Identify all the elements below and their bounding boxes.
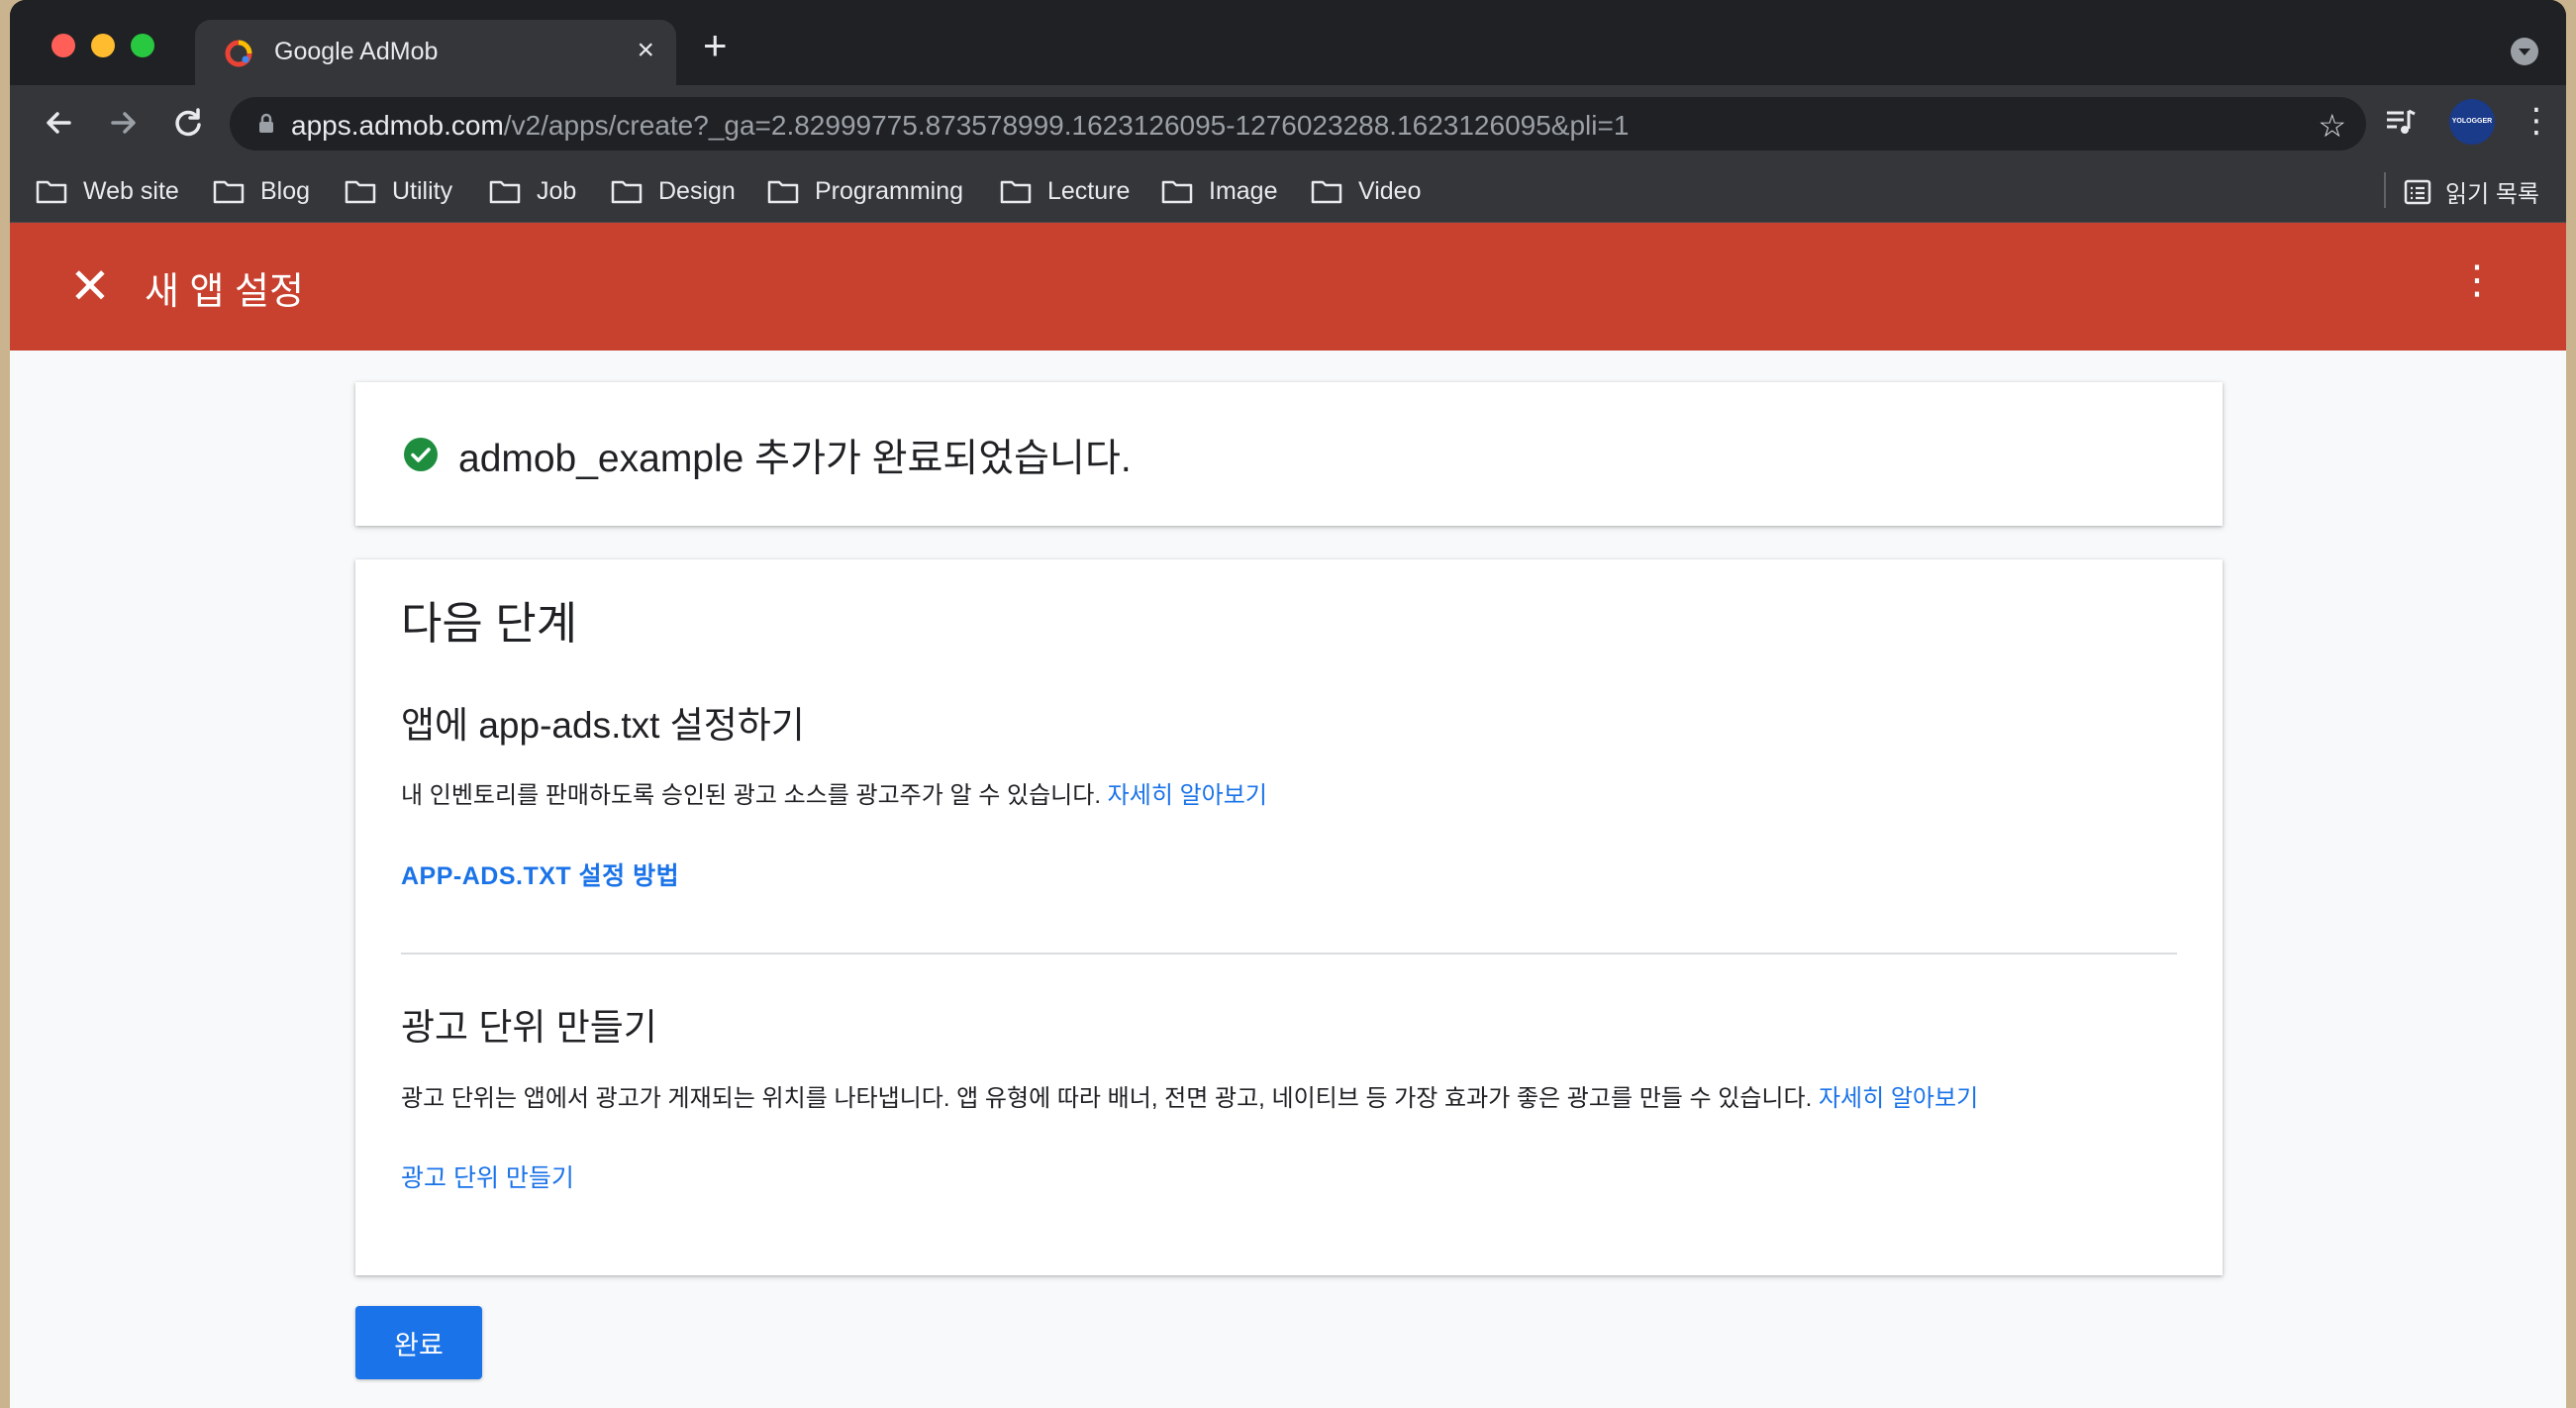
lock-icon bbox=[259, 113, 273, 133]
folder-icon bbox=[1000, 180, 1032, 204]
app-ads-setup-link[interactable]: APP-ADS.TXT 설정 방법 bbox=[401, 856, 679, 892]
admob-favicon-icon bbox=[225, 40, 252, 67]
next-steps-card: 다음 단계 앱에 app-ads.txt 설정하기 내 인벤토리를 판매하도록 … bbox=[355, 559, 2223, 1275]
reading-list-icon bbox=[2404, 179, 2431, 204]
bookmark-label: Lecture bbox=[1047, 176, 1131, 205]
more-options-icon[interactable]: ⋮ bbox=[2457, 260, 2497, 300]
bookmark-label: Video bbox=[1358, 176, 1422, 205]
app-ads-section-title: 앱에 app-ads.txt 설정하기 bbox=[401, 705, 805, 746]
done-button[interactable]: 완료 bbox=[355, 1306, 482, 1379]
admob-page: ✕ 새 앱 설정 ⋮ admob_example 추가가 완료되었습니다. 다음… bbox=[10, 223, 2566, 1408]
tab-title: Google AdMob bbox=[274, 38, 439, 65]
reading-list-label: 읽기 목록 bbox=[2445, 181, 2539, 208]
bookmark-label: Blog bbox=[260, 176, 311, 205]
reload-icon[interactable] bbox=[168, 103, 208, 143]
bookmark-star-icon[interactable]: ☆ bbox=[2318, 107, 2346, 145]
browser-tab[interactable]: Google AdMob × bbox=[195, 20, 676, 85]
app-ads-description-text: 내 인벤토리를 판매하도록 승인된 광고 소스를 광고주가 알 수 있습니다. bbox=[401, 782, 1108, 809]
bookmark-folder-utility[interactable]: Utility bbox=[345, 174, 452, 208]
bookmark-folder-lecture[interactable]: Lecture bbox=[1000, 174, 1130, 208]
bookmark-folder-video[interactable]: Video bbox=[1311, 174, 1422, 208]
bookmarks-divider bbox=[2384, 172, 2386, 208]
folder-icon bbox=[345, 180, 376, 204]
address-bar[interactable]: apps.admob.com/v2/apps/create?_ga=2.8299… bbox=[230, 97, 2366, 151]
folder-icon bbox=[1161, 180, 1193, 204]
bookmark-label: Design bbox=[658, 176, 736, 205]
forward-icon[interactable] bbox=[103, 103, 143, 143]
bookmark-label: Programming bbox=[815, 176, 964, 205]
back-icon[interactable] bbox=[40, 103, 79, 143]
app-ads-description: 내 인벤토리를 판매하도록 승인된 광고 소스를 광고주가 알 수 있습니다. … bbox=[401, 775, 1267, 810]
app-bar: ✕ 새 앱 설정 ⋮ bbox=[10, 223, 2566, 351]
close-icon[interactable]: ✕ bbox=[69, 261, 111, 311]
folder-icon bbox=[489, 180, 521, 204]
bookmark-folder-design[interactable]: Design bbox=[611, 174, 736, 208]
ad-units-description-text: 광고 단위는 앱에서 광고가 게재되는 위치를 나타냅니다. 앱 유형에 따라 … bbox=[401, 1085, 1819, 1112]
bookmarks-bar: Web site Blog Utility Job Design Program… bbox=[10, 160, 2566, 223]
tab-strip: Google AdMob × + bbox=[10, 0, 2566, 85]
browser-window: Google AdMob × + apps.admob.com/v2/apps/… bbox=[10, 0, 2566, 1408]
new-tab-button[interactable]: + bbox=[703, 25, 728, 66]
folder-icon bbox=[36, 180, 67, 204]
tab-close-icon[interactable]: × bbox=[637, 36, 654, 65]
bookmark-folder-web-site[interactable]: Web site bbox=[36, 174, 179, 208]
url-text: apps.admob.com/v2/apps/create?_ga=2.8299… bbox=[291, 110, 1629, 142]
ad-units-description: 광고 단위는 앱에서 광고가 게재되는 위치를 나타냅니다. 앱 유형에 따라 … bbox=[401, 1078, 1978, 1113]
ad-units-learn-more-link[interactable]: 자세히 알아보기 bbox=[1819, 1085, 1978, 1112]
folder-icon bbox=[1311, 180, 1342, 204]
bookmark-folder-image[interactable]: Image bbox=[1161, 174, 1277, 208]
bookmark-label: Utility bbox=[392, 176, 453, 205]
app-ads-learn-more-link[interactable]: 자세히 알아보기 bbox=[1108, 782, 1267, 809]
ad-units-section-title: 광고 단위 만들기 bbox=[401, 1007, 657, 1048]
bookmark-label: Job bbox=[537, 176, 577, 205]
bookmark-folder-job[interactable]: Job bbox=[489, 174, 576, 208]
folder-icon bbox=[611, 180, 643, 204]
window-maximize-button[interactable] bbox=[131, 34, 154, 57]
success-card: admob_example 추가가 완료되었습니다. bbox=[355, 382, 2223, 526]
success-message: admob_example 추가가 완료되었습니다. bbox=[458, 438, 1132, 480]
folder-icon bbox=[213, 180, 245, 204]
tab-search-icon[interactable] bbox=[2511, 38, 2538, 65]
next-steps-title: 다음 단계 bbox=[401, 598, 578, 649]
window-close-button[interactable] bbox=[51, 34, 75, 57]
check-circle-icon bbox=[404, 438, 438, 471]
window-minimize-button[interactable] bbox=[91, 34, 115, 57]
bookmark-folder-blog[interactable]: Blog bbox=[213, 174, 310, 208]
url-host: apps.admob.com bbox=[291, 110, 504, 141]
profile-avatar[interactable]: YOLOGGER bbox=[2449, 99, 2495, 145]
browser-toolbar: apps.admob.com/v2/apps/create?_ga=2.8299… bbox=[10, 85, 2566, 160]
bookmark-label: Image bbox=[1209, 176, 1278, 205]
section-divider bbox=[401, 953, 2177, 955]
reading-list-button[interactable]: 읽기 목록 bbox=[2404, 174, 2539, 209]
url-path: /v2/apps/create?_ga=2.82999775.873578999… bbox=[503, 110, 1630, 141]
browser-menu-icon[interactable]: ⋮ bbox=[2520, 103, 2553, 139]
media-control-icon[interactable] bbox=[2384, 105, 2418, 139]
create-ad-unit-link[interactable]: 광고 단위 만들기 bbox=[401, 1158, 574, 1194]
bookmark-folder-programming[interactable]: Programming bbox=[767, 174, 963, 208]
page-title: 새 앱 설정 bbox=[145, 271, 304, 313]
bookmark-label: Web site bbox=[83, 176, 179, 205]
folder-icon bbox=[767, 180, 799, 204]
